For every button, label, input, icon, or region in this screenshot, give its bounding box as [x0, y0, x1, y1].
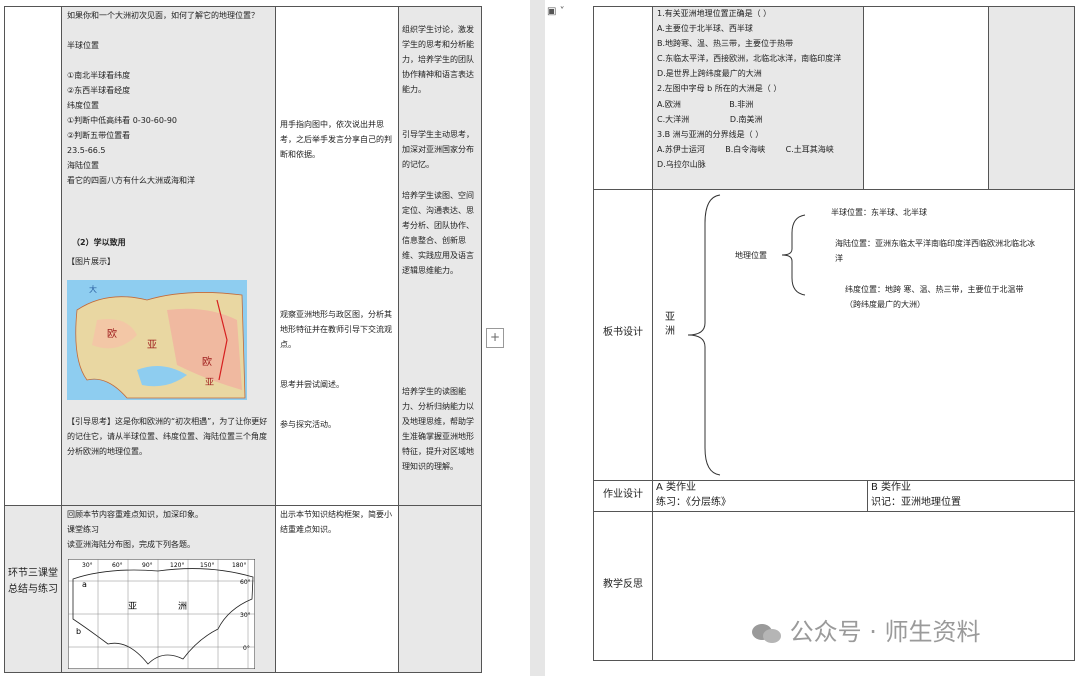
- asia-exercise-map: 30° 60° 90° 120° 150° 180° 60° 30° 0° 亚 …: [68, 559, 255, 669]
- stage3-line-2: 读亚洲海陆分布图，完成下列各题。: [67, 540, 195, 549]
- quiz-line-9: A.苏伊士运河 B.白令海峡 C.土耳其海峡: [657, 145, 834, 154]
- col2-line-1: 半球位置: [67, 41, 99, 50]
- stage3-line-1: 课堂练习: [67, 525, 99, 534]
- col2-line-8: 23.5-66.5: [67, 146, 106, 155]
- quiz-student-cell: [863, 6, 989, 190]
- board-label: 板书设计: [603, 327, 643, 338]
- col2-line-9: 海陆位置: [67, 161, 99, 170]
- left-page: 如果你和一个大洲初次见面，如何了解它的地理位置？ 半球位置 ①南北半球看纬度 ②…: [0, 0, 530, 676]
- student-text-a: 用手指向图中，依次说出并思考，之后举手发言分享自己的判断和依据。: [280, 120, 392, 159]
- col2-line-3: ①南北半球看纬度: [67, 71, 131, 80]
- right-page: ▣ ˅ 1.有关亚洲地理位置正确是（ ） A.主要位于北半球、西半球 B.地跨寒…: [545, 0, 1080, 676]
- sea-land-text: 海陆位置：亚洲东临太平洋南临印度洋西临欧洲北临北冰洋: [835, 239, 1035, 263]
- intent-text-b: 引导学生主动思考，加深对亚洲国家分布的记忆。: [402, 130, 474, 169]
- reflect-label: 教学反思: [603, 579, 643, 590]
- lon-label-0: 30°: [82, 562, 93, 569]
- lon-label-1: 60°: [112, 562, 123, 569]
- quiz-line-3: C.东临太平洋，西接欧洲，北临北冰洋，南临印度洋: [657, 54, 842, 63]
- col2-line-0: 如果你和一个大洲初次见面，如何了解它的地理位置？: [67, 11, 259, 20]
- lon-label-3: 120°: [170, 562, 184, 569]
- quiz-intent-cell: [988, 6, 1075, 190]
- board-brackets: [687, 194, 806, 476]
- learn-heading: （2）学以致用: [72, 238, 126, 247]
- quiz-line-0: 1.有关亚洲地理位置正确是（ ）: [657, 9, 772, 18]
- watermark: 公众号 · 师生资料: [750, 612, 981, 647]
- lat-label-2: 0°: [243, 645, 250, 652]
- add-icon[interactable]: +: [486, 328, 504, 348]
- grid-label-1: 洲: [178, 601, 187, 612]
- lat-label-0: 60°: [240, 579, 251, 586]
- hw-b-body: 识记：亚洲地理位置: [871, 497, 961, 508]
- map-label-1: 欧: [107, 328, 117, 340]
- quiz-line-2: B.地跨寒、温、热三带，主要位于热带: [657, 39, 794, 48]
- guide-text: 【引导思考】这是你和欧洲的“初次相遇”，为了让你更好的记住它，请从半球位置、纬度…: [67, 417, 268, 456]
- lon-label-4: 150°: [200, 562, 214, 569]
- page-gutter: [530, 0, 545, 676]
- intent-text-d: 培养学生的读图能力、分析归纳能力以及地理思维，帮助学生准确掌握亚洲地形特征，提升…: [402, 387, 474, 471]
- map-label-3: 欧: [202, 356, 212, 368]
- hemisphere-text: 半球位置：东半球、北半球: [831, 208, 927, 217]
- stage-cell-empty: [4, 6, 62, 506]
- quiz-line-7: C.大洋洲 D.南美洲: [657, 115, 763, 124]
- stage3-intent-cell: [398, 505, 482, 673]
- student-text-d: 参与探究活动。: [280, 420, 336, 429]
- hw-label: 作业设计: [603, 489, 643, 500]
- wechat-icon: [750, 621, 782, 645]
- col2-line-4: ②东西半球看经度: [67, 86, 131, 95]
- watermark-text: 公众号 · 师生资料: [789, 618, 981, 646]
- grid-label-3: b: [76, 627, 81, 636]
- quiz-line-8: 3.B 洲与亚洲的分界线是（ ）: [657, 130, 764, 139]
- col2-line-10: 看它的四面八方有什么大洲或海和洋: [67, 176, 195, 185]
- col2-line-5: 纬度位置: [67, 101, 99, 110]
- geo-pos: 地理位置: [735, 251, 767, 260]
- quiz-line-5: 2.左图中字母 b 所在的大洲是（ ）: [657, 84, 782, 93]
- stage3-label: 环节三课堂总结与练习: [8, 568, 58, 595]
- intent-text-a: 组织学生讨论，激发学生的思考和分析能力，培养学生的团队协作精神和语言表达能力。: [402, 25, 474, 94]
- map-label-2: 亚: [147, 340, 157, 351]
- stage3-student-text: 出示本节知识结构框架，简要小结重难点知识。: [280, 510, 392, 534]
- stage3-line-0: 回顾本节内容重难点知识，加深印象。: [67, 510, 203, 519]
- map-label-4: 亚: [205, 377, 214, 388]
- grid-label-2: a: [82, 580, 87, 589]
- quiz-line-1: A.主要位于北半球、西半球: [657, 24, 753, 33]
- grid-label-0: 亚: [128, 601, 137, 612]
- hw-a-title: A 类作业: [656, 482, 697, 493]
- latitude-text: 纬度位置：地跨 寒、温、热三带，主要位于北温带（跨纬度最广的大洲）: [845, 285, 1024, 309]
- lon-label-2: 90°: [142, 562, 153, 569]
- quiz-line-4: D.是世界上跨纬度最广的大洲: [657, 69, 762, 78]
- hw-b-title: B 类作业: [871, 482, 912, 493]
- map-label-0: 大: [89, 284, 97, 294]
- europe-map-image: 大 欧 亚 欧 亚: [67, 280, 247, 400]
- page-view-icon[interactable]: ▣ ˅: [547, 6, 565, 17]
- quiz-line-10: D.乌拉尔山脉: [657, 160, 706, 169]
- student-text-b: 观察亚洲地形与政区图，分析其地形特征并在教师引导下交流观点。: [280, 310, 392, 349]
- intent-text-c: 培养学生读图、空间定位、沟通表达、思考分析、团队协作、信息整合、创新思维、实践应…: [402, 191, 474, 275]
- student-text-c: 思考并尝试阐述。: [280, 380, 344, 389]
- lat-label-1: 30°: [240, 612, 251, 619]
- quiz-line-6: A.欧洲 B.非洲: [657, 100, 754, 109]
- asia-char-2: 洲: [665, 326, 675, 337]
- hw-a-body: 练习：《分层练》: [656, 497, 731, 508]
- col2-line-6: ①判断中低高纬看 0-30-60-90: [67, 116, 178, 125]
- col2-line-7: ②判断五带位置看: [67, 131, 131, 140]
- asia-char-1: 亚: [665, 312, 675, 323]
- lon-label-5: 180°: [232, 562, 246, 569]
- quiz-stage-cell: [593, 6, 653, 190]
- image-label: 【图片展示】: [67, 257, 115, 266]
